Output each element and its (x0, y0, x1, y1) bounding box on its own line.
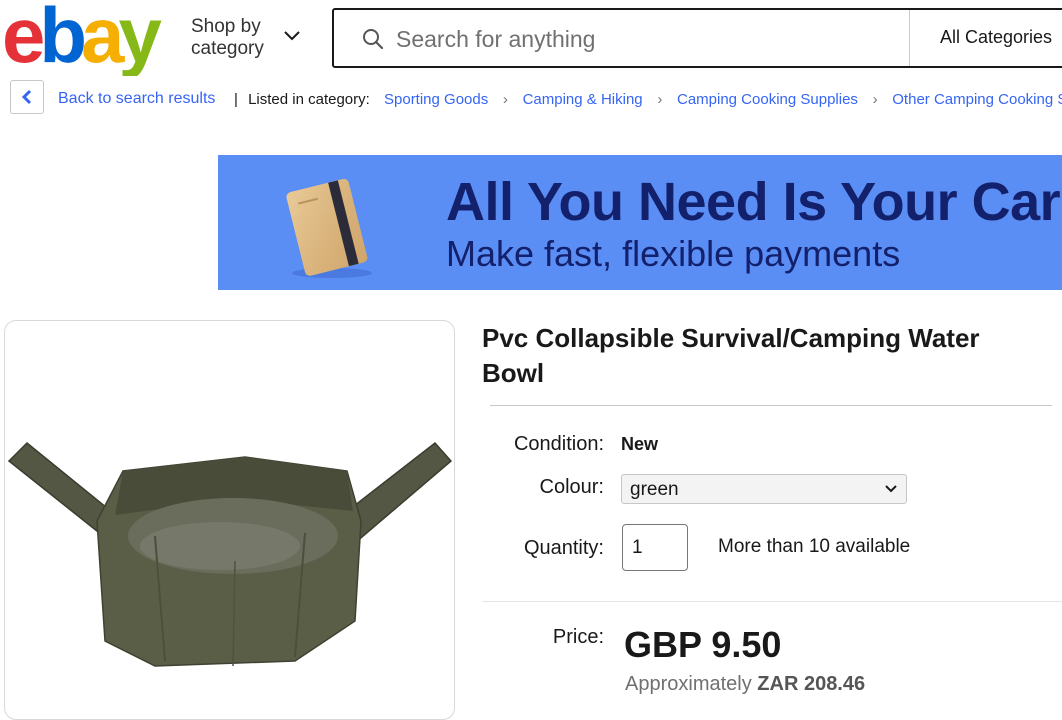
water-bowl-image (7, 441, 453, 667)
search-input[interactable] (396, 22, 896, 56)
condition-value: New (621, 434, 659, 454)
breadcrumb-sporting-goods[interactable]: Sporting Goods (384, 91, 488, 108)
listed-in-category-label: Listed in category: (248, 91, 370, 108)
product-title: Pvc Collapsible Survival/Camping Water B… (482, 323, 980, 388)
ebay-logo[interactable]: ebay (2, 0, 182, 76)
shop-by-label: Shop by (191, 16, 261, 37)
chevron-right-icon: › (657, 91, 663, 108)
quantity-input[interactable] (622, 524, 688, 571)
shop-by-category-button[interactable]: Shop by category (191, 16, 300, 60)
approximate-price: Approximately ZAR 208.46 (625, 673, 865, 696)
availability-text: More than 10 available (718, 536, 911, 557)
breadcrumb-other-camping-cooking[interactable]: Other Camping Cooking Supplies (892, 91, 1062, 108)
breadcrumb-camping-cooking-supplies[interactable]: Camping Cooking Supplies (677, 91, 858, 108)
price-value: GBP 9.50 (624, 624, 782, 665)
search-bar: All Categories (332, 8, 1062, 68)
divider (482, 601, 1062, 602)
search-icon (362, 28, 384, 55)
price-label: Price: (552, 626, 604, 648)
approx-value: ZAR 208.46 (757, 673, 866, 695)
chevron-right-icon: › (502, 91, 508, 108)
chevron-right-icon: › (872, 91, 878, 108)
category-label: category (191, 38, 264, 59)
quantity-label: Quantity: (523, 537, 604, 559)
back-to-search-link[interactable]: Back to search results (58, 90, 215, 108)
divider (490, 405, 1052, 406)
colour-selected-value: green (630, 479, 679, 500)
chevron-left-icon (21, 89, 32, 105)
approx-prefix: Approximately (625, 673, 758, 695)
credit-card-icon (280, 165, 390, 290)
banner-headline: All You Need Is Your Card (446, 172, 1062, 232)
promo-banner[interactable]: All You Need Is Your Card Make fast, fle… (218, 155, 1062, 290)
chevron-down-icon (885, 485, 897, 493)
product-image[interactable] (4, 320, 455, 720)
back-button[interactable] (10, 80, 44, 114)
banner-subline: Make fast, flexible payments (446, 233, 901, 274)
svg-text:ebay: ebay (2, 0, 161, 76)
colour-select[interactable]: green (621, 474, 907, 504)
chevron-down-icon (283, 26, 301, 48)
condition-label: Condition: (513, 433, 604, 455)
colour-label: Colour: (539, 476, 604, 498)
category-select[interactable]: All Categories (940, 27, 1052, 48)
breadcrumb: | Listed in category: Sporting Goods › C… (234, 91, 1062, 108)
breadcrumb-camping-hiking[interactable]: Camping & Hiking (523, 91, 643, 108)
breadcrumb-separator: | (234, 91, 238, 108)
search-divider (909, 10, 910, 66)
